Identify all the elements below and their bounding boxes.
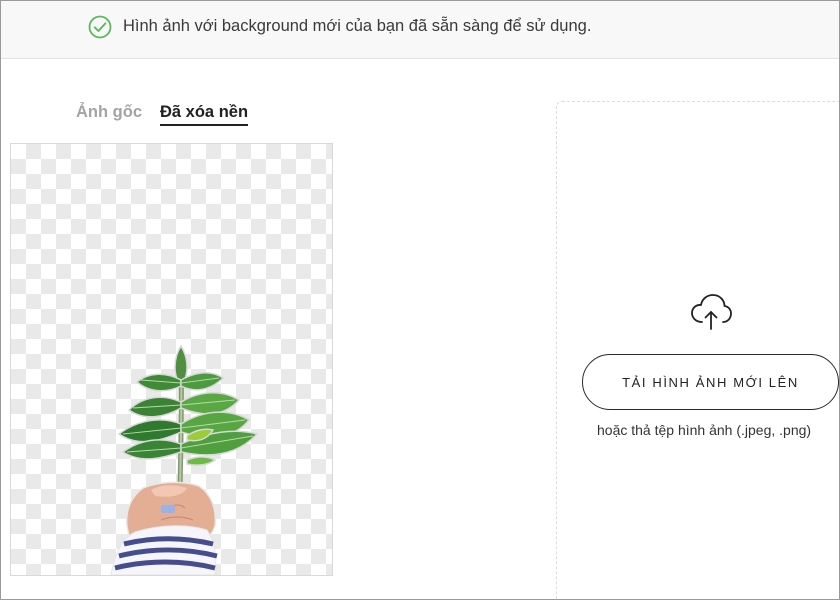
cutout-image: [110, 344, 259, 575]
tab-background-removed[interactable]: Đã xóa nền: [160, 103, 249, 126]
tab-original-image[interactable]: Ảnh gốc: [76, 103, 142, 122]
success-notice: Hình ảnh với background mới của bạn đã s…: [1, 1, 839, 59]
notice-message: Hình ảnh với background mới của bạn đã s…: [123, 17, 592, 35]
upload-hint: hoặc thả tệp hình ảnh (.jpeg, .png): [597, 422, 812, 438]
cloud-upload-icon: [691, 294, 732, 330]
upload-new-image-button[interactable]: TẢI HÌNH ẢNH MỚI LÊN: [582, 354, 839, 410]
upload-dropzone[interactable]: [556, 101, 839, 599]
check-circle-icon: [88, 15, 112, 39]
background-remover-page: Hình ảnh với background mới của bạn đã s…: [0, 0, 840, 600]
image-preview: [10, 143, 333, 576]
